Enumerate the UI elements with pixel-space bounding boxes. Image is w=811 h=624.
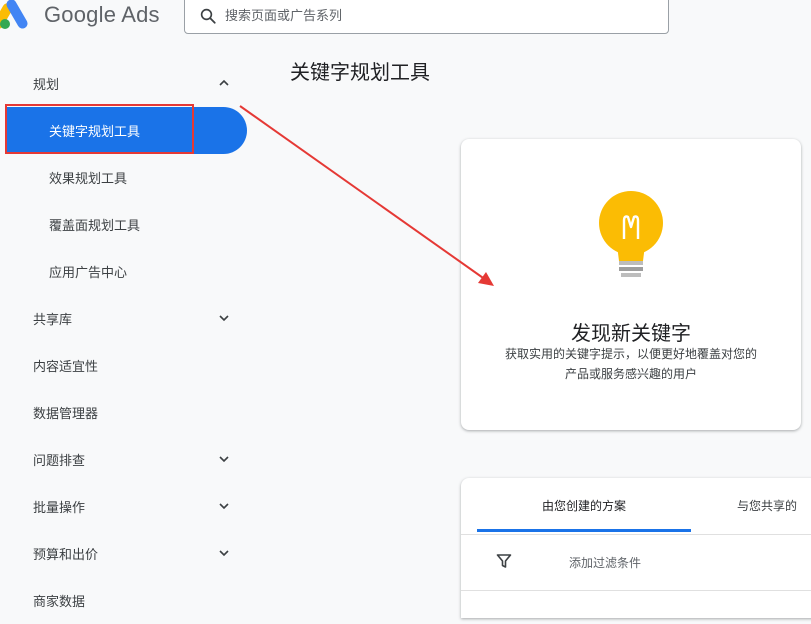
lightbulb-icon <box>599 191 663 277</box>
tab-divider <box>461 534 811 535</box>
sidebar-item-planning[interactable]: 规划 <box>0 60 250 107</box>
card-title: 发现新关键字 <box>571 321 691 345</box>
chevron-down-icon <box>219 503 229 510</box>
chevron-down-icon <box>219 550 229 557</box>
search-icon <box>200 8 216 24</box>
plans-panel: 由您创建的方案 与您共享的 添加过滤条件 <box>461 478 811 618</box>
sidebar-item-label: 效果规划工具 <box>49 172 128 187</box>
sidebar-item-label: 覆盖面规划工具 <box>49 219 141 234</box>
sidebar-item-business-data[interactable]: 商家数据 <box>0 577 250 624</box>
sidebar-item-app-ad-hub[interactable]: 应用广告中心 <box>0 248 250 295</box>
chevron-down-icon <box>219 315 229 322</box>
search-bar[interactable] <box>184 0 669 34</box>
filter-icon[interactable] <box>496 553 512 569</box>
sidebar-item-label: 数据管理器 <box>33 407 99 422</box>
page-title: 关键字规划工具 <box>290 60 430 84</box>
discover-keywords-card[interactable]: 发现新关键字 获取实用的关键字提示，以便更好地覆盖对您的 产品或服务感兴趣的用户 <box>461 139 801 430</box>
sidebar-item-label: 批量操作 <box>33 501 86 516</box>
search-input[interactable] <box>223 7 647 25</box>
card-description: 获取实用的关键字提示，以便更好地覆盖对您的 产品或服务感兴趣的用户 <box>479 344 783 384</box>
sidebar-item-label: 内容适宜性 <box>33 360 99 375</box>
sidebar-item-shared-library[interactable]: 共享库 <box>0 295 250 342</box>
google-ads-logo[interactable]: Google Ads <box>0 0 160 30</box>
chevron-down-icon <box>219 456 229 463</box>
tab-plans-created-by-you[interactable]: 由您创建的方案 <box>477 478 691 532</box>
sidebar-item-keyword-planner[interactable]: 关键字规划工具 <box>0 107 250 154</box>
sidebar-item-performance-planner[interactable]: 效果规划工具 <box>0 154 250 201</box>
sidebar-item-troubleshooting[interactable]: 问题排查 <box>0 436 250 483</box>
sidebar-item-budgets-bidding[interactable]: 预算和出价 <box>0 530 250 577</box>
sidebar-item-content-suitability[interactable]: 内容适宜性 <box>0 342 250 389</box>
sidebar-item-label: 共享库 <box>33 313 73 328</box>
sidebar-item-label: 应用广告中心 <box>49 266 128 281</box>
sidebar-item-label: 规划 <box>33 78 60 93</box>
sidebar-item-bulk-actions[interactable]: 批量操作 <box>0 483 250 530</box>
row-divider <box>461 590 811 591</box>
chevron-up-icon <box>219 79 229 86</box>
sidebar-item-data-manager[interactable]: 数据管理器 <box>0 389 250 436</box>
add-filter-button[interactable]: 添加过滤条件 <box>569 554 641 571</box>
sidebar-item-label: 商家数据 <box>33 595 86 610</box>
sidebar-item-label: 预算和出价 <box>33 548 99 563</box>
sidebar-item-reach-planner[interactable]: 覆盖面规划工具 <box>0 201 250 248</box>
card-description-line: 获取实用的关键字提示，以便更好地覆盖对您的 <box>504 347 757 361</box>
sidebar-item-label: 问题排查 <box>33 454 86 469</box>
sidebar-item-label: 关键字规划工具 <box>49 125 141 140</box>
brand-name: Google Ads <box>44 2 160 27</box>
filter-row: 添加过滤条件 <box>461 536 811 588</box>
tab-plans-shared-with-you[interactable]: 与您共享的 <box>737 478 811 532</box>
card-description-line: 产品或服务感兴趣的用户 <box>564 367 697 381</box>
sidebar-nav: 规划 关键字规划工具 效果规划工具 覆盖面规划工具 应用广告中心 共享库 内容适… <box>0 60 250 624</box>
google-ads-logo-icon <box>0 0 28 29</box>
